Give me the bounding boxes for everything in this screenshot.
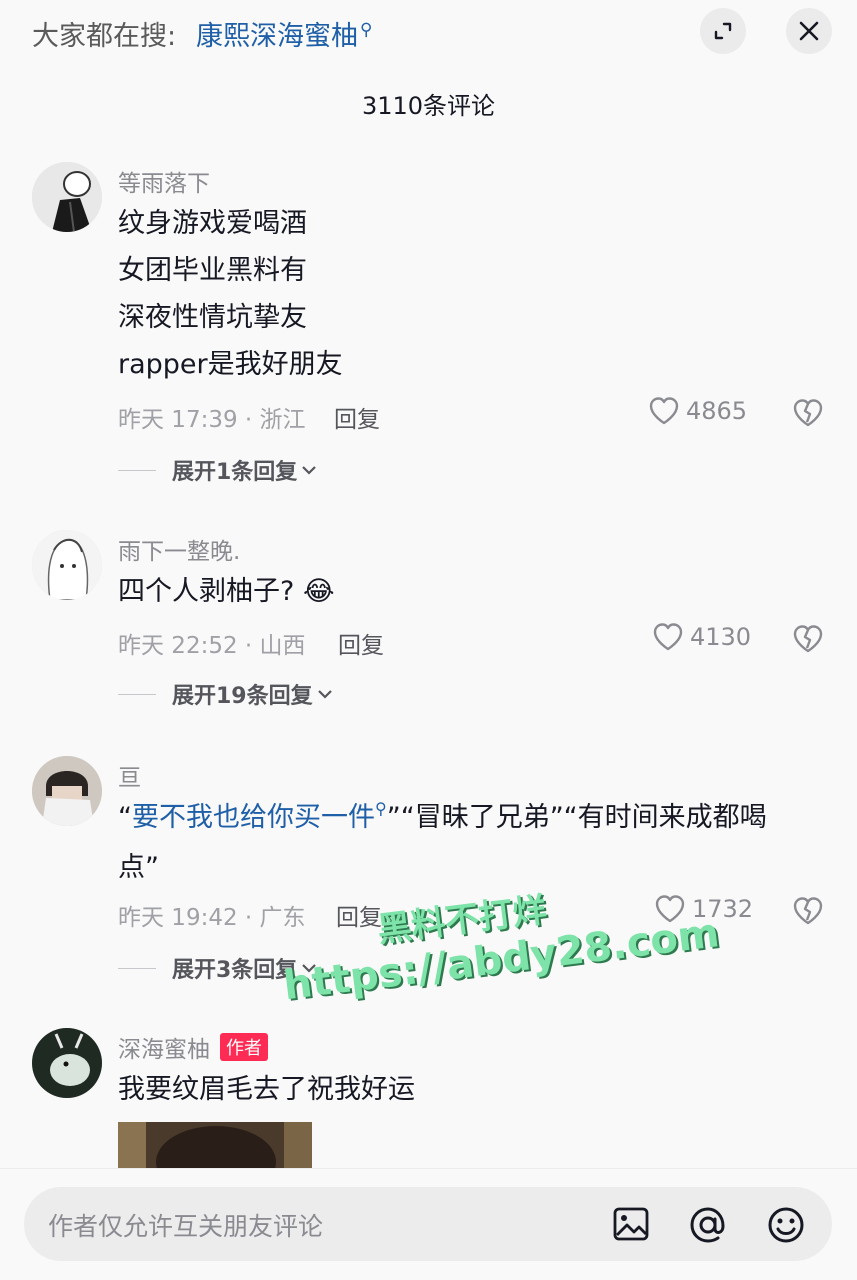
comment-username[interactable]: 雨下一整晚.	[118, 532, 240, 566]
comment-text: 四个人剥柚子? 😂	[118, 576, 335, 607]
expand-replies-button[interactable]: 展开19条回复	[118, 678, 333, 710]
dislike-button[interactable]	[792, 624, 824, 658]
comment-text: 我要纹眉毛去了祝我好运	[118, 1074, 415, 1105]
search-icon: ⚲	[375, 799, 387, 818]
comment-meta: 昨天 22:52 · 山西	[118, 633, 306, 659]
comment-username[interactable]: 等雨落下	[118, 164, 210, 198]
comment-meta: 昨天 17:39 · 浙江	[118, 407, 306, 433]
comment-text: “要不我也给你买一件⚲”“冒昧了兄弟”“有时间来成都喝 点”	[118, 799, 767, 883]
expand-icon	[714, 22, 732, 40]
heart-icon	[649, 397, 679, 425]
like-button[interactable]: 4130	[652, 622, 751, 652]
expand-replies-button[interactable]: 展开1条回复	[118, 454, 317, 486]
broken-heart-icon	[793, 897, 823, 925]
emoji: 😂	[302, 576, 335, 607]
at-icon[interactable]	[688, 1205, 728, 1249]
avatar[interactable]	[32, 162, 102, 232]
search-icon: ⚲	[360, 20, 373, 40]
chevron-down-icon	[302, 466, 317, 475]
chevron-down-icon	[317, 690, 332, 699]
close-icon	[799, 21, 819, 41]
like-count: 4130	[690, 623, 752, 651]
comment-username[interactable]: 亘	[118, 758, 141, 792]
expand-button[interactable]	[700, 8, 746, 54]
broken-heart-icon	[793, 625, 823, 653]
reply-button[interactable]: 回复	[334, 400, 380, 434]
search-suggestion-link[interactable]: 康熙深海蜜柚 ⚲	[196, 14, 372, 53]
avatar[interactable]	[32, 1028, 102, 1098]
comment-username[interactable]: 深海蜜柚 作者	[118, 1030, 268, 1064]
avatar[interactable]	[32, 530, 102, 600]
smiley-icon[interactable]	[766, 1205, 806, 1249]
dislike-button[interactable]	[792, 398, 824, 432]
like-button[interactable]: 4865	[648, 396, 747, 426]
divider	[118, 967, 156, 969]
comment-input-bar: 作者仅允许互关朋友评论	[0, 1168, 857, 1280]
author-badge: 作者	[220, 1033, 268, 1061]
comment-input[interactable]: 作者仅允许互关朋友评论	[24, 1187, 832, 1261]
reply-button[interactable]: 回复	[338, 626, 384, 660]
comment-count: 3110条评论	[361, 92, 496, 120]
comment-text: 纹身游戏爱喝酒 女团毕业黑料有 深夜性情坑挚友 rapper是我好朋友	[118, 208, 343, 380]
like-count: 4865	[686, 397, 748, 425]
image-icon[interactable]	[612, 1205, 650, 1247]
search-keyword-link[interactable]: 要不我也给你买一件⚲	[132, 799, 387, 833]
broken-heart-icon	[793, 399, 823, 427]
avatar[interactable]	[32, 756, 102, 826]
heart-icon	[653, 623, 683, 651]
input-placeholder: 作者仅允许互关朋友评论	[48, 1212, 324, 1241]
top-bar: 大家都在搜: 康熙深海蜜柚 ⚲	[0, 0, 857, 64]
divider	[118, 693, 156, 695]
search-suggestion-prefix: 大家都在搜:	[32, 21, 177, 52]
dislike-button[interactable]	[792, 896, 824, 930]
close-button[interactable]	[786, 8, 832, 54]
divider	[118, 469, 156, 471]
comment-image[interactable]	[118, 1122, 312, 1168]
